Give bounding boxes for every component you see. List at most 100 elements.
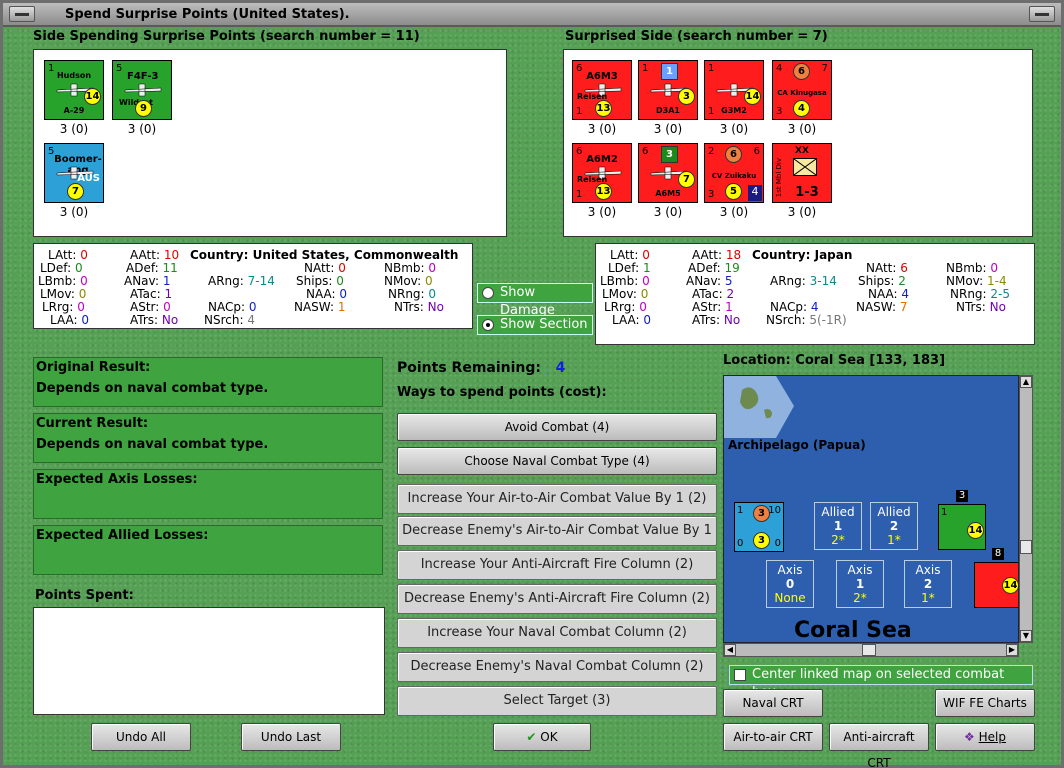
unit-counter-d3a1[interactable]: 1 1 D3A1 3 [638,60,698,120]
stat-value: No [723,313,741,327]
plane-icon [124,83,162,97]
unit-counter-a6m5[interactable]: 6 3 A6M5 7 [638,143,698,203]
axis-box-0[interactable]: Axis 0 None [766,560,814,608]
ok-button[interactable]: ✔ OK [493,723,591,751]
stat-value: 0 [990,261,999,275]
naval-crt-button[interactable]: Naval CRT [723,689,823,717]
scroll-thumb[interactable] [1020,540,1032,554]
stat-value: 1 [162,274,171,288]
stat-atrs: ATrs: No [692,313,741,327]
linked-map[interactable]: Archipelago (Papua) 1 3 10 0 3 0 Allied … [723,375,1019,643]
stat-natt: NAtt: 6 [866,261,908,275]
counter-name: CV Zuikaku [711,172,757,180]
scroll-down-icon[interactable]: ▼ [1020,630,1032,642]
unit-counter-1st-mbl-div[interactable]: XX 1st Mbl Div 1-3 [772,143,832,203]
counter-value: 0 [737,538,744,549]
stat-anav: ANav: 1 [124,274,171,288]
sea-name-label: Coral Sea [794,618,912,643]
stat-value: 4 [810,300,819,314]
decrease-enemy-anti-aircraft-button[interactable]: Decrease Enemy's Anti-Aircraft Fire Colu… [397,584,717,614]
us-stats-panel: LAtt: 0 LDef: 0 LBmb: 0 LMov: 0 LRrg: 0 … [33,243,473,329]
system-menu-button[interactable] [9,6,35,22]
stat-value: 10 [163,248,180,262]
unit-counter-cv-zuikaku[interactable]: 2 6 6 CV Zuikaku 3 5 4 [704,143,764,203]
unit-caption: 3 (0) [127,122,157,136]
undo-all-button[interactable]: Undo All [91,723,191,751]
show-damage-radio[interactable]: Show Damage [477,283,593,318]
increase-anti-aircraft-button[interactable]: Increase Your Anti-Aircraft Fire Column … [397,550,717,580]
show-section-radio[interactable]: Show Section [477,315,593,335]
counter-value: 10 [768,505,781,516]
counter-name: Hudson [56,71,92,80]
increase-air-to-air-button[interactable]: Increase Your Air-to-Air Combat Value By… [397,484,717,514]
current-result-box: Current Result: Depends on naval combat … [33,413,383,463]
stat-ships: Ships: 2 [858,274,906,288]
allied-ship-counter[interactable]: 1 3 10 0 3 0 [734,502,784,552]
counter-value: 6 [642,146,649,157]
checkbox-icon [734,669,746,681]
unit-counter-a6m3[interactable]: 6 A6M3 Reisen 1 13 [572,60,632,120]
decrease-enemy-naval-combat-button[interactable]: Decrease Enemy's Naval Combat Column (2) [397,652,717,682]
original-result-box: Original Result: Depends on naval combat… [33,357,383,407]
scroll-right-icon[interactable]: ▶ [1006,644,1018,656]
stat-aatt: AAtt: 10 [130,248,180,262]
stat-value: 11 [162,261,178,275]
center-linked-checkbox[interactable]: Center linked map on selected combat hex [729,665,1033,700]
undo-last-button[interactable]: Undo Last [241,723,341,751]
map-vertical-scrollbar[interactable]: ▲ ▼ [1019,375,1033,643]
unit-caption: 3 (0) [587,122,617,136]
counter-value: 2 [708,146,715,157]
stat-value: 3-14 [809,274,837,288]
air-to-air-crt-button[interactable]: Air-to-air CRT [723,723,823,751]
unit-counter-ca-kinugasa[interactable]: 4 6 7 CA Kinugasa 3 4 [772,60,832,120]
wif-fe-charts-button[interactable]: WIF FE Charts [935,689,1035,717]
unit-counter-hudson[interactable]: 1 Hudson A-29 14 [44,60,104,120]
scroll-up-icon[interactable]: ▲ [1020,376,1032,388]
map-g3m2-counter[interactable]: 14 [974,562,1018,608]
stat-atrs: ATrs: No [130,313,179,327]
map-land-hex [724,376,794,438]
stat-value: 0 [428,287,437,301]
box-number: 2 [889,519,899,533]
map-hudson-counter[interactable]: 1 14 [938,504,986,550]
country-line: Country: Japan [752,248,852,262]
increase-naval-combat-button[interactable]: Increase Your Naval Combat Column (2) [397,618,717,648]
stat-value: 1 [725,300,733,314]
counter-value: 3 [776,106,783,117]
axis-box-1[interactable]: Axis 1 2* [836,560,884,608]
scroll-left-icon[interactable]: ◀ [724,644,736,656]
axis-box-2[interactable]: Axis 2 1* [904,560,952,608]
unit-caption: 3 (0) [653,205,683,219]
stat-arng: ARng: 7-14 [208,274,275,288]
decrease-enemy-air-to-air-button[interactable]: Decrease Enemy's Air-to-Air Combat Value… [397,516,717,566]
choose-naval-combat-type-button[interactable]: Choose Naval Combat Type (4) [397,447,717,475]
stat-value: 0 [74,261,83,275]
unit-counter-a6m2[interactable]: 6 A6M2 Reisen 1 13 [572,143,632,203]
unit-caption: 3 (0) [787,122,817,136]
stat-value: 0 [642,248,650,262]
stat-astr: AStr: 1 [692,300,733,314]
stat-laa: LAA: 0 [612,313,651,327]
allied-box-2[interactable]: Allied 2 1* [870,502,918,550]
unit-counter-boomerang[interactable]: 5 Boomer-ang AUS 7 [44,143,104,203]
unit-counter-g3m2[interactable]: 1 G3M2 1 14 [704,60,764,120]
map-horizontal-scrollbar[interactable]: ◀ ▶ [723,643,1019,657]
help-button[interactable]: ❖ Help [935,723,1035,751]
scroll-thumb[interactable] [862,644,876,656]
anti-aircraft-crt-button[interactable]: Anti-aircraft CRT [829,723,929,768]
select-target-button[interactable]: Select Target (3) [397,686,717,716]
unit-counter-f4f3[interactable]: 5 F4F-3 Wildcat 9 [112,60,172,120]
country-line: Country: United States, Commonwealth [190,248,458,262]
counter-badge: 14 [1002,577,1018,594]
allied-box-1[interactable]: Allied 1 2* [814,502,862,550]
avoid-combat-button[interactable]: Avoid Combat (4) [397,413,717,441]
minimize-button[interactable] [1029,6,1055,22]
counter-name: A6M2 [586,154,618,165]
points-spent-list[interactable] [33,607,385,715]
points-remaining-label: Points Remaining: [397,360,542,376]
stat-value: 0 [80,248,88,262]
counter-badge: 13 [595,100,612,117]
box-number: 1 [855,577,865,591]
stat-ldef: LDef: 0 [40,261,83,275]
box-number: 1 [833,519,843,533]
